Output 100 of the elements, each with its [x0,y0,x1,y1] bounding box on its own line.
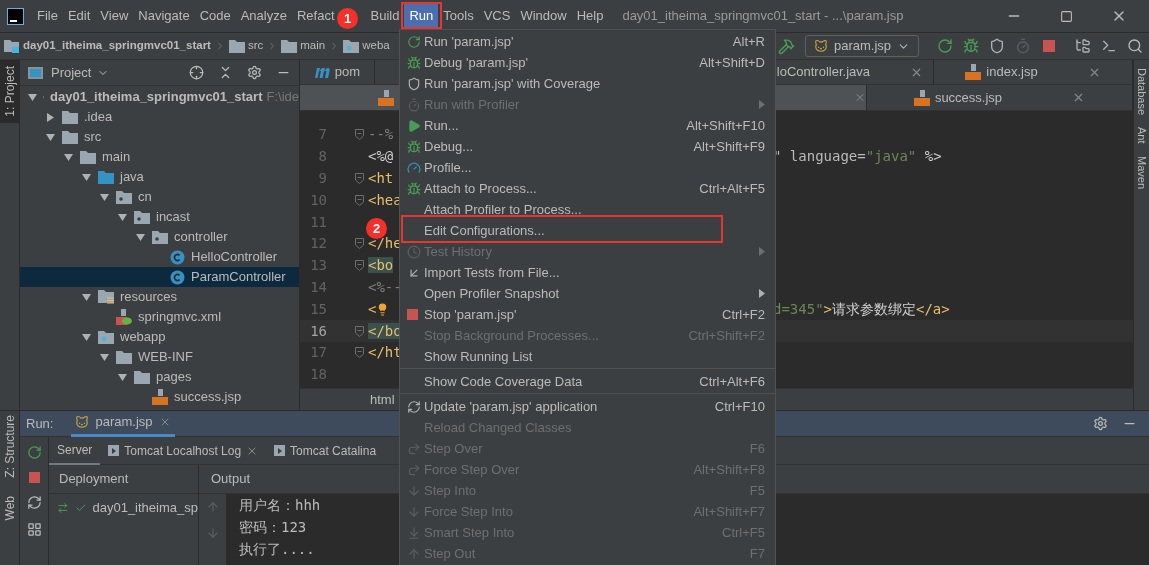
locate-icon[interactable] [189,65,204,80]
console-tab[interactable]: Tomcat Localhost Log [100,436,267,465]
tree-item[interactable]: day01_itheima_springmvc01_start F:\ide [20,87,299,107]
menu-item[interactable]: Analyze [235,3,292,29]
menu-item[interactable]: Run 'param.jsp' Alt+R [400,31,775,52]
maximize-icon[interactable] [1060,9,1073,23]
stop-icon[interactable] [28,472,40,483]
menu-item[interactable]: Debug 'param.jsp' Alt+Shift+D [400,52,775,73]
menu-item[interactable]: Run... Alt+Shift+F10 [400,115,775,136]
menu-item[interactable]: Debug... Alt+Shift+F9 [400,136,775,157]
rerun-icon[interactable] [937,38,953,54]
code-text: --% [368,126,394,143]
fold-marker-icon[interactable] [355,347,364,359]
refresh-icon[interactable] [26,495,42,510]
tree-item[interactable]: src [20,127,299,147]
expand-arrow-icon[interactable] [46,112,55,122]
menu-item[interactable]: Attach Profiler to Process... [400,199,775,220]
deployment-item[interactable]: day01_itheima_sp [92,498,198,518]
tree-item[interactable]: .idea [20,107,299,127]
settings-icon[interactable] [1093,416,1108,431]
terminal-icon[interactable] [1101,38,1117,54]
fold-marker-icon[interactable] [355,325,364,337]
tree-item[interactable]: pages [20,367,299,387]
menu-item[interactable]: Navigate [133,3,195,29]
expand-arrow-icon[interactable] [82,332,91,342]
tree-item[interactable]: success.jsp [20,387,299,407]
menu-item[interactable]: Edit [62,3,96,29]
tool-window-tab[interactable]: Web [0,495,19,521]
tree-item[interactable]: main [20,147,299,167]
view-dropdown[interactable]: Project [51,62,110,83]
search-icon[interactable] [1127,38,1143,54]
menu-item[interactable]: Show Running List [400,346,775,367]
menu-item[interactable]: File [32,3,63,29]
menu-item[interactable]: Build [365,3,405,29]
expand-arrow-icon[interactable] [64,152,73,162]
tool-window-tab[interactable]: Z: Structure [0,415,19,478]
fold-marker-icon[interactable] [355,129,364,141]
tree-item[interactable]: ParamController [20,267,299,287]
project-structure-icon[interactable] [1075,38,1091,54]
expand-arrow-icon[interactable] [136,232,145,242]
tree-item[interactable]: controller [20,227,299,247]
tree-item[interactable]: incast [20,207,299,227]
menu-item[interactable]: Tools [438,3,479,29]
rerun-icon[interactable] [26,445,42,460]
editor-tab[interactable]: index.jsp [934,60,1133,84]
menu-item[interactable]: Stop 'param.jsp' Ctrl+F2 [400,304,775,325]
shield-icon[interactable] [989,38,1005,54]
menu-item[interactable]: Import Tests from File... [400,262,775,283]
settings-icon[interactable] [247,65,262,80]
expand-arrow-icon[interactable] [118,372,127,382]
console-tab[interactable]: Server [49,436,101,465]
tree-item[interactable]: webapp [20,327,299,347]
run-config-dropdown[interactable]: param.jsp [804,35,919,57]
breadcrumb-item[interactable]: html [370,389,395,410]
fold-marker-icon[interactable] [355,173,364,184]
tool-window-tab[interactable]: Database [1133,68,1149,116]
bug-icon[interactable] [963,38,979,54]
fold-marker-icon[interactable] [355,260,364,272]
menu-item[interactable]: Attach to Process... Ctrl+Alt+F5 [400,178,775,199]
menu-item[interactable]: Profile... [400,157,775,178]
expand-arrow-icon[interactable] [82,172,91,182]
menu-item[interactable]: Open Profiler Snapshot [400,283,775,304]
breadcrumb-item[interactable]: day01_itheima_springmvc01_start [23,37,211,55]
menu-item[interactable]: Window [515,3,572,29]
tree-item[interactable]: resources [20,287,299,307]
menu-item[interactable]: Help [571,3,609,29]
tool-window-tab[interactable]: 1: Project [0,60,19,123]
tree-item[interactable]: WEB-INF [20,347,299,367]
expand-arrow-icon[interactable] [82,292,91,302]
breadcrumb-item[interactable]: weba [362,37,390,55]
tool-window-tab[interactable]: Ant [1133,127,1149,144]
menu-item[interactable]: View [95,3,134,29]
fold-marker-icon[interactable] [355,194,364,206]
console-tab[interactable]: Tomcat Catalina [266,436,385,465]
menu-item[interactable]: Update 'param.jsp' application Ctrl+F10 [400,396,775,417]
deploy-icon[interactable] [57,501,69,515]
menu-item[interactable]: VCS [478,3,516,29]
hammer-icon[interactable] [777,37,795,55]
tree-item[interactable]: cn [20,187,299,207]
expand-arrow-icon[interactable] [28,92,37,102]
menu-item[interactable]: Code [194,3,236,29]
menu-item[interactable]: Run 'param.jsp' with Coverage [400,73,775,94]
tool-window-tab[interactable]: Maven [1133,155,1149,189]
fold-marker-icon[interactable] [355,238,364,250]
expand-arrow-icon[interactable] [46,132,55,142]
tree-item[interactable]: HelloController [20,247,299,267]
menu-item[interactable]: Refact [291,3,340,29]
run-tab[interactable]: param.jsp [71,410,175,437]
tree-item[interactable]: java [20,167,299,187]
expand-arrow-icon[interactable] [100,192,109,202]
expand-arrow-icon[interactable] [100,352,109,362]
editor-tab[interactable]: success.jsp [867,85,1133,110]
menu-item[interactable]: Show Code Coverage Data Ctrl+Alt+F6 [400,371,775,392]
layout-icon[interactable] [26,522,42,537]
menu-item[interactable]: Edit Configurations... [400,220,775,241]
editor-tab[interactable]: pom [300,60,375,84]
breadcrumb-item[interactable]: src [247,37,264,55]
tree-item[interactable]: springmvc.xml [20,307,299,327]
breadcrumb-item[interactable]: main [300,37,326,55]
expand-arrow-icon[interactable] [118,212,127,222]
